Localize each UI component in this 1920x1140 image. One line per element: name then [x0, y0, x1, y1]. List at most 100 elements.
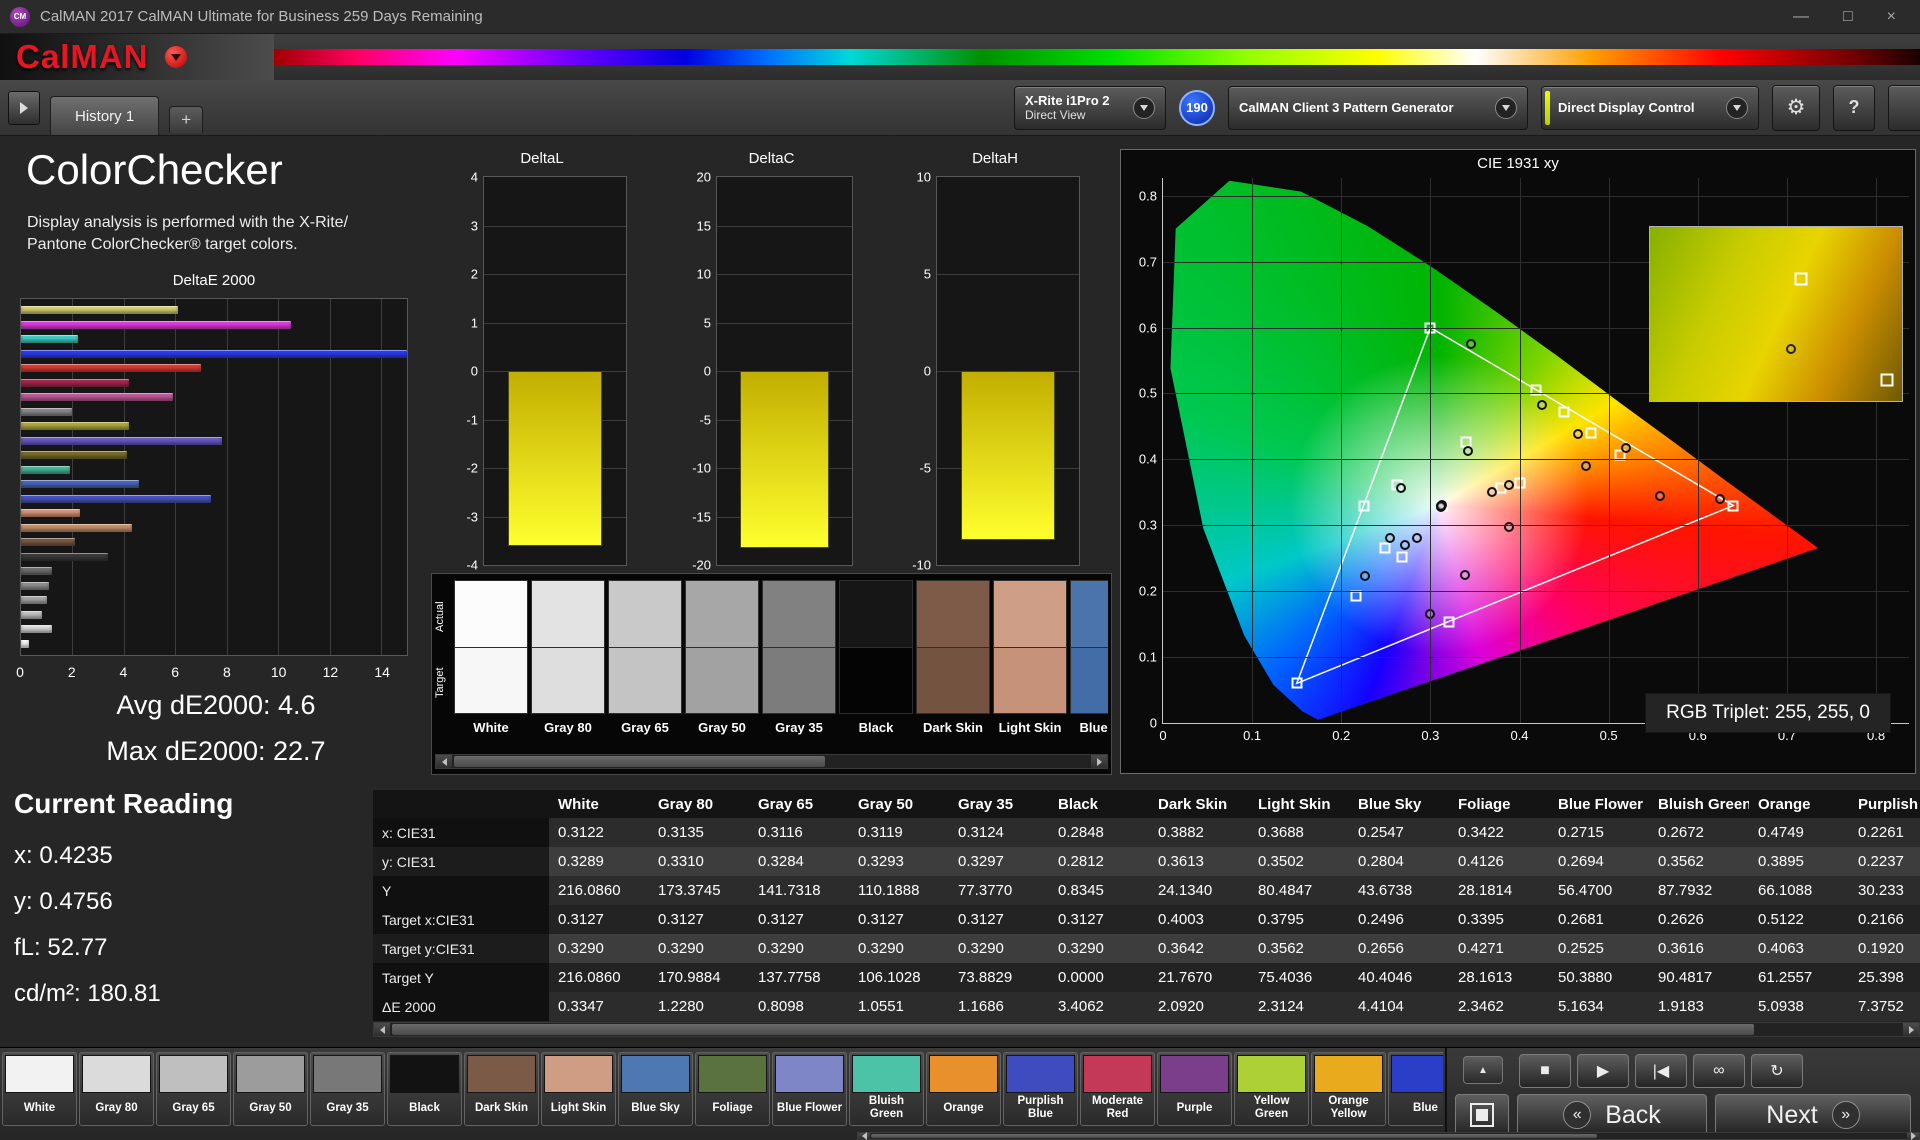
patch-button-label: Black: [390, 1093, 459, 1123]
swatch-target-color: [454, 648, 528, 715]
scroll-right-icon[interactable]: [1903, 1023, 1919, 1036]
table-column-header: Gray 65: [749, 790, 849, 818]
patch-button-light-skin[interactable]: Light Skin: [541, 1052, 616, 1126]
patch-button-white[interactable]: White: [2, 1052, 77, 1126]
deltae-bar: [21, 509, 80, 517]
deltae-bar: [21, 596, 47, 604]
table-column-header: Blue Sky: [1349, 790, 1449, 818]
patch-button-blue-flower[interactable]: Blue Flower: [772, 1052, 847, 1126]
patch-button-dark-skin[interactable]: Dark Skin: [464, 1052, 539, 1126]
tab-history-1[interactable]: History 1: [50, 96, 159, 135]
collapse-panel-button[interactable]: ▲: [1463, 1056, 1503, 1084]
swatch-target-color: [531, 648, 605, 715]
scroll-left-icon[interactable]: [858, 1133, 870, 1139]
patch-button-yellow-green[interactable]: Yellow Green: [1234, 1052, 1309, 1126]
table-cell: 0.2656: [1349, 934, 1449, 963]
cie-x-tick-label: 0.3: [1421, 728, 1439, 743]
patch-button-orange[interactable]: Orange: [926, 1052, 1001, 1126]
scroll-left-icon[interactable]: [436, 755, 452, 768]
pattern-window-button[interactable]: [1455, 1094, 1509, 1136]
swatch-scrollbar[interactable]: [435, 754, 1108, 769]
cie-measured-circle: [1360, 571, 1370, 581]
bottom-bar: WhiteGray 80Gray 65Gray 50Gray 35BlackDa…: [0, 1047, 1920, 1140]
deltae-bar-group: [21, 299, 407, 655]
loop-button[interactable]: ∞: [1693, 1054, 1745, 1088]
back-button[interactable]: « Back: [1517, 1094, 1707, 1136]
cie-measured-circle: [1487, 487, 1497, 497]
cie-measured-circle: [1504, 480, 1514, 490]
rgb-triplet-readout: RGB Triplet: 255, 255, 0: [1645, 693, 1891, 733]
scroll-thumb[interactable]: [454, 756, 825, 767]
table-scrollbar[interactable]: [373, 1022, 1920, 1037]
patch-button-label: Orange: [929, 1093, 998, 1123]
clipped-toolbar-button[interactable]: [1888, 85, 1920, 131]
maximize-button[interactable]: □: [1843, 8, 1853, 26]
deltae-chart-plot: [20, 298, 408, 656]
back-chevron-icon: «: [1563, 1101, 1591, 1129]
patch-color-swatch: [5, 1055, 74, 1093]
patch-button-black[interactable]: Black: [387, 1052, 462, 1126]
deltae-bar: [21, 422, 129, 430]
inset-target-square: [1880, 374, 1893, 387]
patch-button-moderate-red[interactable]: Moderate Red: [1080, 1052, 1155, 1126]
scroll-track[interactable]: [390, 1023, 1903, 1036]
table-row-label: Target y:CIE31: [373, 934, 549, 963]
scroll-left-icon[interactable]: [374, 1023, 390, 1036]
gridline: [484, 323, 626, 324]
chevron-down-icon[interactable]: [1133, 97, 1155, 119]
patch-button-blue-sky[interactable]: Blue Sky: [618, 1052, 693, 1126]
patch-button-gray-65[interactable]: Gray 65: [156, 1052, 231, 1126]
table-cell: 5.0938: [1749, 992, 1849, 1021]
scroll-track[interactable]: [870, 1133, 1907, 1139]
table-cell: 40.4046: [1349, 963, 1449, 992]
logo-row: CalMAN: [0, 34, 1920, 80]
stop-button[interactable]: ■: [1519, 1054, 1571, 1088]
chevron-down-icon[interactable]: [1726, 97, 1748, 119]
refresh-button[interactable]: ↻: [1751, 1054, 1803, 1088]
table-cell: 5.1634: [1549, 992, 1649, 1021]
next-button[interactable]: Next »: [1715, 1094, 1911, 1136]
close-button[interactable]: ×: [1887, 8, 1896, 26]
chevron-down-icon[interactable]: [1495, 97, 1517, 119]
patch-button-gray-50[interactable]: Gray 50: [233, 1052, 308, 1126]
scroll-thumb[interactable]: [871, 1134, 1597, 1138]
cie-y-tick-label: 0.2: [1127, 584, 1157, 599]
patch-button-orange-yellow[interactable]: Orange Yellow: [1311, 1052, 1386, 1126]
expand-sidebar-button[interactable]: [8, 91, 40, 125]
patch-button-foliage[interactable]: Foliage: [695, 1052, 770, 1126]
table-cell: 0.3290: [849, 934, 949, 963]
patch-button-blue[interactable]: Blue: [1388, 1052, 1443, 1126]
minimize-button[interactable]: —: [1793, 8, 1809, 26]
table-cell: 0.3127: [849, 905, 949, 934]
scroll-track[interactable]: [452, 755, 1091, 768]
meter-dropdown[interactable]: X-Rite i1Pro 2 Direct View: [1014, 86, 1166, 130]
cie-zoom-inset: [1649, 226, 1903, 402]
patch-button-label: Yellow Green: [1237, 1093, 1306, 1123]
deltae-tick-label: 2: [68, 664, 76, 680]
add-tab-button[interactable]: +: [169, 106, 203, 133]
patch-button-bluish-green[interactable]: Bluish Green: [849, 1052, 924, 1126]
table-cell: 0.3347: [549, 992, 649, 1021]
help-icon[interactable]: ?: [1833, 85, 1875, 131]
main-menu-button[interactable]: CalMAN: [0, 34, 274, 80]
patch-button-purplish-blue[interactable]: Purplish Blue: [1003, 1052, 1078, 1126]
deltae-bar: [21, 625, 52, 633]
table-cell: 30.233: [1849, 876, 1920, 905]
table-cell: 3.4062: [1049, 992, 1149, 1021]
scroll-right-icon[interactable]: [1907, 1133, 1919, 1139]
gear-icon[interactable]: ⚙: [1772, 85, 1820, 131]
patch-button-gray-80[interactable]: Gray 80: [79, 1052, 154, 1126]
patch-button-gray-35[interactable]: Gray 35: [310, 1052, 385, 1126]
scroll-thumb[interactable]: [392, 1024, 1754, 1035]
table-cell: 1.0551: [849, 992, 949, 1021]
main-menu-caret-icon[interactable]: [165, 46, 187, 68]
step-button[interactable]: |◀: [1635, 1054, 1687, 1088]
table-cell: 0.3895: [1749, 847, 1849, 876]
play-button[interactable]: ▶: [1577, 1054, 1629, 1088]
pattern-generator-dropdown[interactable]: CalMAN Client 3 Pattern Generator: [1228, 86, 1528, 130]
scroll-right-icon[interactable]: [1091, 755, 1107, 768]
bottom-scrollbar[interactable]: [857, 1132, 1920, 1140]
table-cell: 0.3284: [749, 847, 849, 876]
patch-button-purple[interactable]: Purple: [1157, 1052, 1232, 1126]
display-control-dropdown[interactable]: Direct Display Control: [1541, 86, 1759, 130]
